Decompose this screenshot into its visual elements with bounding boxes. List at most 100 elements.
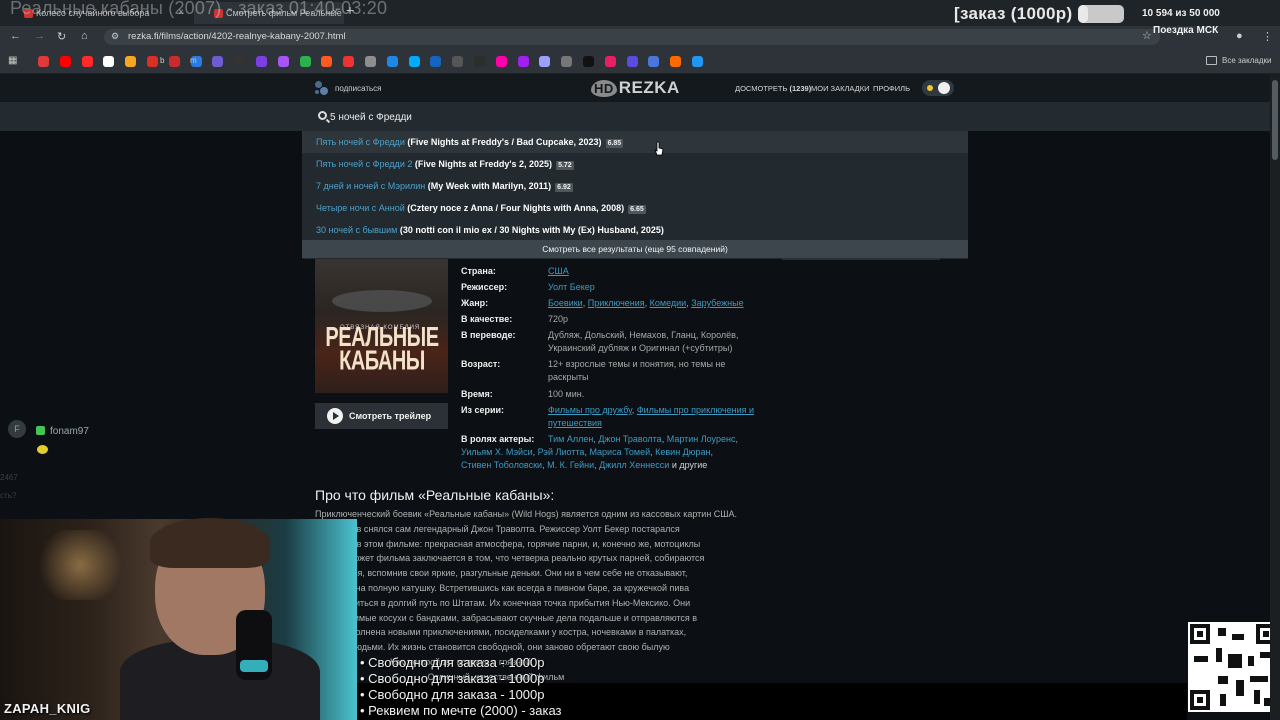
all-bookmarks-link[interactable]: Все закладки: [1222, 56, 1271, 65]
nav-watch-later[interactable]: ДОСМОТРЕТЬ (1239): [735, 84, 811, 93]
apps-grid-icon[interactable]: ▦: [8, 55, 17, 66]
info-label: Время:: [461, 389, 493, 399]
info-label: Из серии:: [461, 405, 505, 415]
logo-text: REZKA: [618, 78, 680, 97]
about-line: свои любимые косухи с бандками, забрасыв…: [315, 612, 698, 623]
actor-link[interactable]: Джилл Хеннесси: [599, 460, 669, 470]
suggestion-rating: 6.92: [555, 183, 573, 192]
info-label: В качестве:: [461, 314, 513, 324]
suggestion-rating: 5.72: [556, 161, 574, 170]
bookmark-favicon-icon[interactable]: [343, 56, 355, 67]
actor-link[interactable]: М. К. Гейни: [547, 460, 594, 470]
qr-code: [1188, 622, 1278, 712]
bookmark-label[interactable]: m: [190, 56, 197, 65]
bookmark-favicon-icon[interactable]: [430, 56, 442, 67]
actor-link[interactable]: Тим Аллен: [548, 434, 593, 444]
director-link[interactable]: Уолт Бекер: [548, 282, 595, 292]
url-text[interactable]: rezka.fi/films/action/4202-realnye-kaban…: [128, 31, 346, 42]
about-line: новыми людьми. Их жизнь становится свобо…: [315, 642, 670, 653]
bookmark-favicon-icon[interactable]: [386, 56, 398, 67]
bookmark-favicon-icon[interactable]: [212, 56, 224, 67]
bookmark-favicon-icon[interactable]: [234, 56, 246, 67]
mouse-cursor-icon: [654, 141, 664, 156]
bookmark-favicon-icon[interactable]: [256, 56, 267, 67]
bookmark-favicon-icon[interactable]: [583, 56, 594, 67]
bookmark-favicon-icon[interactable]: [517, 56, 529, 67]
bookmark-favicon-icon[interactable]: [277, 56, 289, 67]
search-input[interactable]: [330, 108, 930, 126]
play-icon[interactable]: [327, 408, 343, 424]
bookmark-label[interactable]: b: [160, 56, 164, 65]
subscribe-link[interactable]: подписаться: [335, 84, 382, 93]
site-info-icon[interactable]: ⚙: [111, 31, 119, 42]
nav-profile[interactable]: ПРОФИЛЬ: [873, 84, 910, 93]
bookmark-favicon-icon[interactable]: [365, 56, 376, 67]
nav-bookmarks[interactable]: МОИ ЗАКЛАДКИ: [811, 84, 869, 93]
info-label: Страна:: [461, 266, 496, 276]
bookmark-favicon-icon[interactable]: [168, 56, 180, 67]
age-value: 12+ взрослые темы и понятия, но темы не …: [548, 359, 726, 382]
search-icon[interactable]: [318, 111, 327, 120]
bookmark-favicon-icon[interactable]: [408, 56, 420, 67]
suggestion-item[interactable]: 7 дней и ночей с Мэрилин (My Week with M…: [302, 175, 968, 197]
forward-icon[interactable]: →: [34, 30, 45, 42]
time-value: 100 мин.: [548, 389, 585, 399]
site-logo[interactable]: HD REZKA: [591, 78, 680, 98]
bookmark-favicon-icon[interactable]: [147, 56, 158, 67]
suggestion-item[interactable]: 30 ночей с бывшим (30 notti con il mio e…: [302, 219, 968, 241]
home-icon[interactable]: ⌂: [81, 30, 88, 42]
subscribe-icon[interactable]: [315, 81, 329, 95]
reload-icon[interactable]: ↻: [57, 30, 66, 43]
series-link[interactable]: Фильмы про дружбу: [548, 405, 632, 415]
scrollbar-thumb[interactable]: [1272, 80, 1278, 160]
actor-link[interactable]: Рэй Лиотта: [538, 447, 585, 457]
bookmark-favicon-icon[interactable]: [670, 56, 682, 67]
trailer-label[interactable]: Смотреть трейлер: [349, 411, 431, 421]
bookmark-favicon-icon[interactable]: [474, 56, 485, 67]
suggestion-en-title: (Cztery noce z Anna / Four Nights with A…: [407, 203, 625, 213]
actor-link[interactable]: Стивен Тоболовски: [461, 460, 542, 470]
bookmark-favicon-icon[interactable]: [103, 56, 115, 67]
order-progress-fill: [1078, 5, 1088, 23]
bookmark-favicon-icon[interactable]: [561, 56, 573, 67]
menu-icon[interactable]: ⋮: [1262, 30, 1273, 43]
bookmark-favicon-icon[interactable]: [38, 56, 49, 67]
bookmark-favicon-icon[interactable]: [299, 56, 311, 67]
actor-link[interactable]: Уильям Х. Мэйси: [461, 447, 533, 457]
bookmark-favicon-icon[interactable]: [692, 56, 703, 67]
genre-link[interactable]: Зарубежные: [691, 298, 743, 308]
bookmark-favicon-icon[interactable]: [495, 56, 507, 67]
about-line: от отправиться в долгий путь по Штатам. …: [315, 597, 691, 608]
back-icon[interactable]: ←: [10, 30, 21, 42]
genre-link[interactable]: Боевики: [548, 298, 583, 308]
sun-icon: [927, 85, 933, 91]
actor-link[interactable]: Джон Траволта: [598, 434, 661, 444]
suggestion-item[interactable]: Пять ночей с Фредди (Five Nights at Fred…: [302, 131, 968, 153]
bookmark-star-icon[interactable]: ☆: [1142, 29, 1152, 42]
theme-toggle[interactable]: [922, 80, 954, 96]
actor-link[interactable]: Кевин Дюран: [655, 447, 710, 457]
microphone-light: [240, 660, 268, 672]
bookmark-favicon-icon[interactable]: [648, 56, 660, 67]
bookmark-favicon-icon[interactable]: [452, 56, 464, 67]
suggestion-item[interactable]: Пять ночей с Фредди 2 (Five Nights at Fr…: [302, 153, 968, 175]
page-scrollbar[interactable]: [1270, 74, 1280, 720]
bookmark-favicon-icon[interactable]: [81, 56, 93, 67]
genre-link[interactable]: Приключения: [588, 298, 645, 308]
all-results-button[interactable]: Смотреть все результаты (еще 95 совпаден…: [302, 240, 968, 258]
order-goal-count: 10 594 из 50 000: [1142, 8, 1220, 19]
extensions-icon[interactable]: ●: [1236, 30, 1243, 42]
bookmark-favicon-icon[interactable]: [539, 56, 551, 67]
bookmark-favicon-icon[interactable]: [59, 56, 71, 67]
bookmark-favicon-icon[interactable]: [604, 56, 616, 67]
bookmark-favicon-icon[interactable]: [626, 56, 638, 67]
country-link[interactable]: США: [548, 266, 569, 276]
actor-link[interactable]: Мартин Лоуренс: [667, 434, 736, 444]
genre-link[interactable]: Комедии: [650, 298, 687, 308]
suggestion-item[interactable]: Четыре ночи с Анной (Cztery noce z Anna …: [302, 197, 968, 219]
bookmark-favicon-icon[interactable]: [125, 56, 137, 67]
about-line: е лучшее в этом фильме: прекрасная атмос…: [315, 538, 701, 549]
queue-item: • Свободно для заказа - 1000р: [360, 655, 545, 670]
actor-link[interactable]: Мариса Томей: [589, 447, 650, 457]
bookmark-favicon-icon[interactable]: [321, 56, 333, 67]
